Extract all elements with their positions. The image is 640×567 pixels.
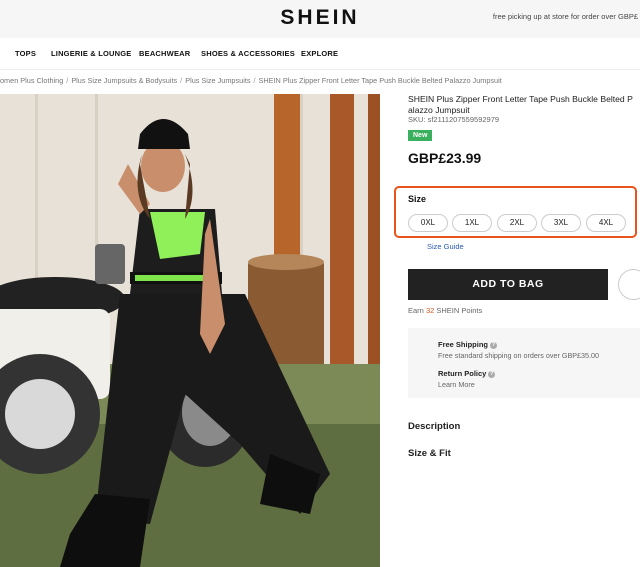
nav-item-shoes-accessories[interactable]: SHOES & ACCESSORIES: [201, 49, 295, 58]
wishlist-heart-icon[interactable]: [618, 269, 640, 300]
free-shipping-label: Free Shipping: [438, 340, 489, 349]
help-question-icon[interactable]: ?: [490, 341, 498, 349]
size-fit-section-toggle[interactable]: Size & Fit: [408, 448, 451, 459]
breadcrumb-current: SHEIN Plus Zipper Front Letter Tape Push…: [258, 76, 502, 85]
nav-item-explore[interactable]: EXPLORE: [301, 49, 338, 58]
points-suffix: SHEIN Points: [436, 306, 483, 315]
product-price: GBP£23.99: [408, 150, 482, 166]
product-title: SHEIN Plus Zipper Front Letter Tape Push…: [408, 94, 633, 115]
size-option-2xl[interactable]: 2XL: [497, 214, 537, 232]
size-option-4xl[interactable]: 4XL: [586, 214, 626, 232]
help-question-icon[interactable]: ?: [488, 370, 496, 378]
size-option-1xl[interactable]: 1XL: [452, 214, 492, 232]
size-option-0xl[interactable]: 0XL: [408, 214, 448, 232]
points-value: 32: [425, 306, 435, 315]
breadcrumb: omen Plus Clothing / Plus Size Jumpsuits &…: [0, 76, 502, 85]
size-guide-link[interactable]: Size Guide: [427, 242, 464, 251]
description-section-toggle[interactable]: Description: [408, 421, 460, 432]
breadcrumb-item[interactable]: Plus Size Jumpsuits: [185, 76, 250, 85]
size-option-3xl[interactable]: 3XL: [541, 214, 581, 232]
points-info: Earn 32 SHEIN Points: [408, 306, 482, 315]
breadcrumb-item[interactable]: omen Plus Clothing: [0, 76, 63, 85]
product-photo-illustration: [0, 94, 380, 567]
nav-item-tops[interactable]: TOPS: [15, 49, 36, 58]
free-shipping-title[interactable]: Free Shipping?: [438, 340, 498, 349]
product-image[interactable]: [0, 94, 380, 567]
top-header: SHEIN free picking up at store for order…: [0, 0, 640, 38]
promo-banner-text[interactable]: free picking up at store for order over …: [493, 12, 638, 21]
points-prefix: Earn: [408, 306, 424, 315]
breadcrumb-separator: /: [253, 76, 256, 85]
size-label: Size: [408, 194, 427, 204]
nav-item-lingerie-lounge[interactable]: LINGERIE & LOUNGE: [51, 49, 132, 58]
breadcrumb-item[interactable]: Plus Size Jumpsuits & Bodysuits: [71, 76, 177, 85]
product-sku: SKU: sf2111207559592979: [408, 115, 500, 124]
main-navigation: TOPS LINGERIE & LOUNGE BEACHWEAR SHOES &…: [0, 38, 640, 70]
return-policy-learn-more[interactable]: Learn More: [438, 380, 475, 389]
return-policy-title[interactable]: Return Policy?: [438, 369, 496, 378]
breadcrumb-separator: /: [180, 76, 183, 85]
return-policy-label: Return Policy: [438, 369, 487, 378]
nav-item-beachwear[interactable]: BEACHWEAR: [139, 49, 190, 58]
new-badge: New: [408, 130, 433, 141]
add-to-bag-button[interactable]: ADD TO BAG: [408, 269, 608, 300]
free-shipping-desc: Free standard shipping on orders over GB…: [438, 351, 600, 360]
